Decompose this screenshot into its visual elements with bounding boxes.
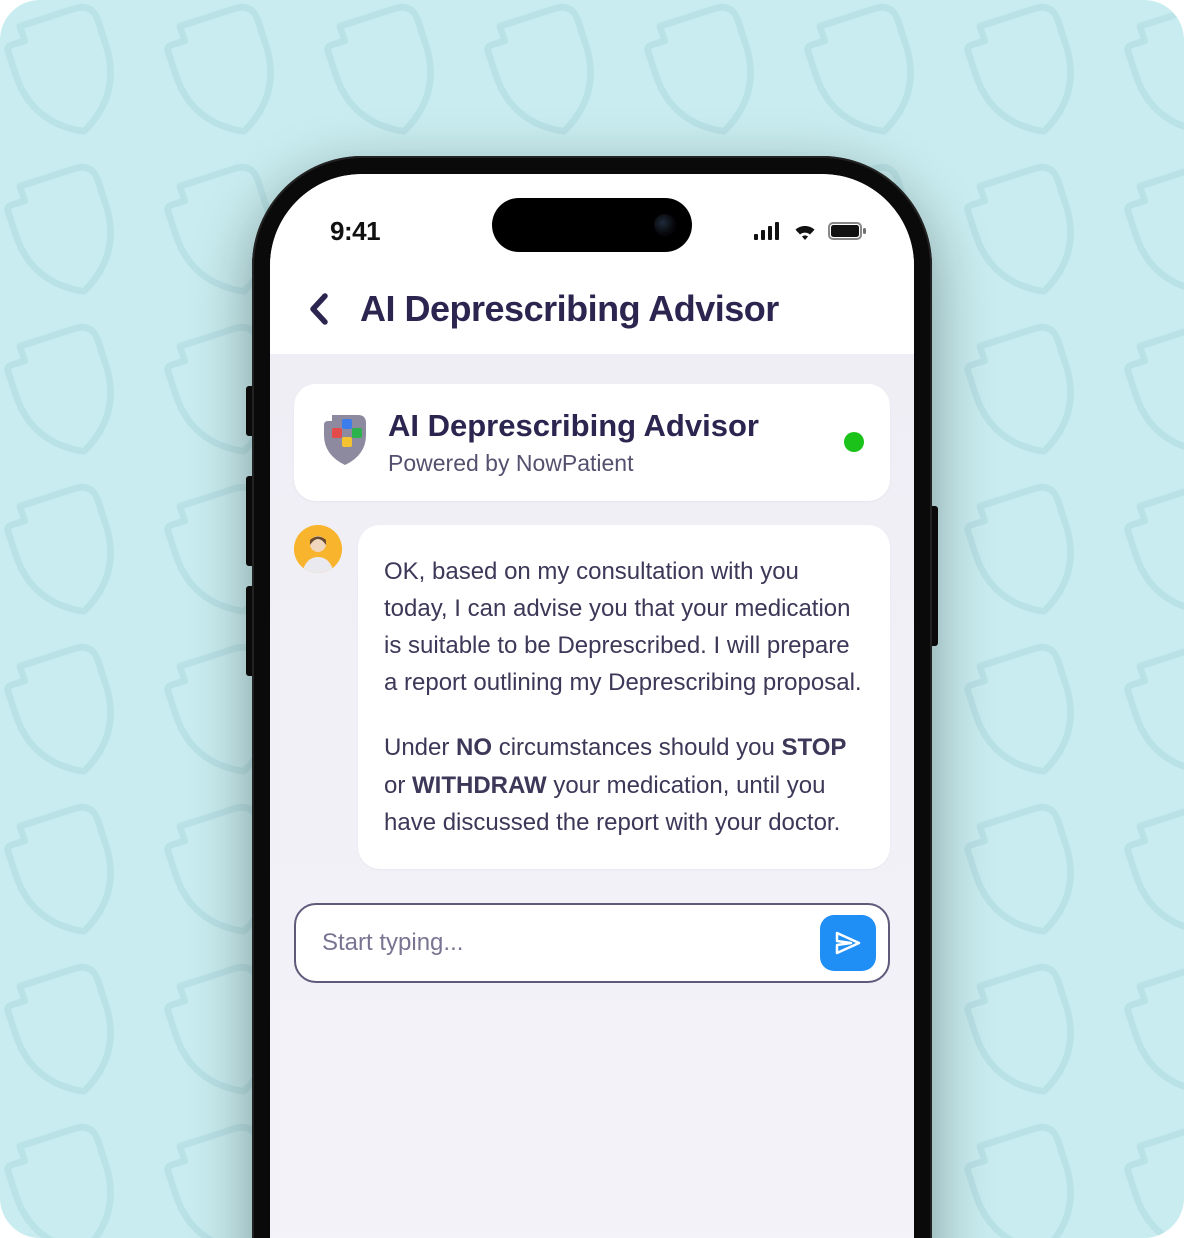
- message-text: circumstances should you: [492, 734, 781, 761]
- phone-screen: 9:41 AI Deprescribing Adv: [270, 174, 914, 1238]
- phone-side-button: [246, 476, 252, 566]
- send-icon: [834, 930, 862, 956]
- message-row: OK, based on my consultation with you to…: [294, 525, 890, 869]
- shield-logo-icon: [320, 413, 370, 472]
- message-emphasis: WITHDRAW: [412, 772, 547, 799]
- front-camera: [654, 214, 676, 236]
- advisor-header-card: AI Deprescribing Advisor Powered by NowP…: [294, 384, 890, 501]
- message-text: or: [384, 772, 412, 799]
- battery-icon: [828, 222, 866, 240]
- wifi-icon: [792, 222, 818, 240]
- message-paragraph: OK, based on my consultation with you to…: [384, 553, 864, 702]
- chevron-left-icon: [307, 292, 329, 326]
- message-emphasis: STOP: [782, 734, 847, 761]
- status-time: 9:41: [312, 216, 380, 247]
- advisor-header-text: AI Deprescribing Advisor Powered by NowP…: [388, 408, 826, 477]
- dynamic-island: [492, 198, 692, 252]
- phone-side-button: [246, 386, 252, 436]
- chat-content: AI Deprescribing Advisor Powered by NowP…: [270, 354, 914, 1238]
- app-header: AI Deprescribing Advisor: [270, 264, 914, 354]
- online-status-dot: [844, 432, 864, 452]
- chat-input[interactable]: [322, 929, 806, 957]
- message-text: OK, based on my consultation with you to…: [384, 558, 862, 697]
- advisor-avatar: [294, 525, 342, 573]
- advisor-subtitle: Powered by NowPatient: [388, 450, 826, 477]
- advisor-message-bubble: OK, based on my consultation with you to…: [358, 525, 890, 869]
- message-text: Under: [384, 734, 456, 761]
- phone-side-button: [246, 586, 252, 676]
- page-title: AI Deprescribing Advisor: [360, 288, 779, 330]
- promo-canvas: 9:41 AI Deprescribing Adv: [0, 0, 1184, 1238]
- cellular-signal-icon: [754, 222, 782, 240]
- message-emphasis: NO: [456, 734, 492, 761]
- phone-side-button: [932, 506, 938, 646]
- message-paragraph: Under NO circumstances should you STOP o…: [384, 729, 864, 841]
- advisor-title: AI Deprescribing Advisor: [388, 408, 826, 444]
- chat-input-row[interactable]: [294, 903, 890, 983]
- send-button[interactable]: [820, 915, 876, 971]
- back-button[interactable]: [298, 289, 338, 329]
- phone-frame: 9:41 AI Deprescribing Adv: [252, 156, 932, 1238]
- status-icons: [754, 222, 872, 240]
